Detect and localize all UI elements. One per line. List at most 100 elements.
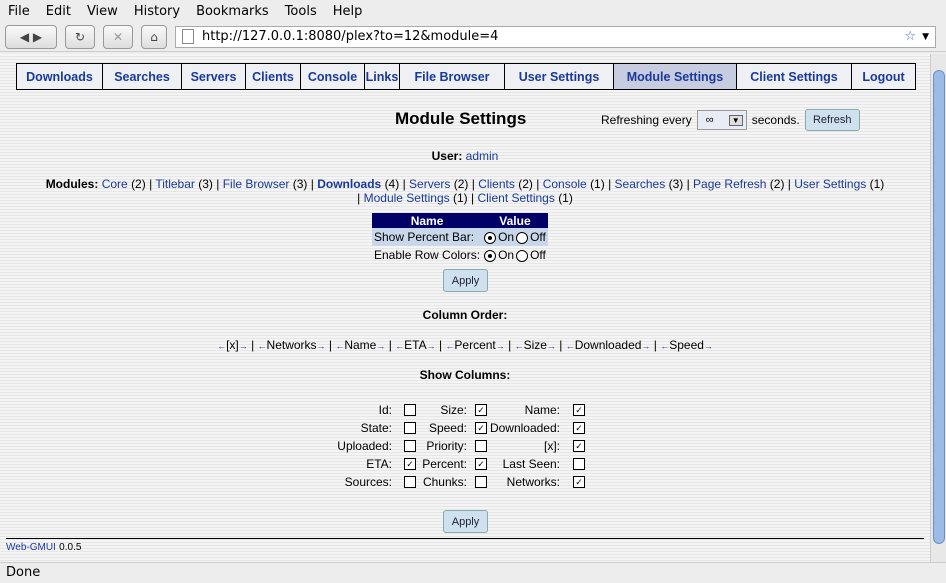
tab-console[interactable]: Console (301, 64, 365, 89)
refresh-control: Refreshing every ∞ ▼ seconds. Refresh (601, 109, 860, 131)
apply-columns-button[interactable]: Apply (443, 510, 488, 533)
bookmark-star-icon[interactable]: ☆ (904, 29, 916, 44)
module-link[interactable]: Core (102, 177, 128, 191)
refresh-button[interactable]: Refresh (804, 109, 860, 131)
column-checkbox[interactable]: ✓ (475, 458, 487, 470)
menu-bookmarks[interactable]: Bookmarks (196, 4, 269, 19)
column-checkbox[interactable] (404, 404, 416, 416)
scroll-thumb[interactable] (933, 70, 945, 544)
move-right-icon[interactable]: → (427, 341, 436, 351)
settings-table: Name Value Show Percent Bar: On Off Enable R… (372, 213, 548, 262)
module-link[interactable]: Titlebar (155, 177, 195, 191)
radio-on[interactable] (484, 231, 497, 244)
menu-help[interactable]: Help (333, 4, 363, 19)
menu-edit[interactable]: Edit (46, 4, 71, 19)
tab-logout[interactable]: Logout (852, 64, 915, 89)
module-link[interactable]: Console (543, 177, 587, 191)
module-link[interactable]: Page Refresh (693, 177, 766, 191)
radio-off[interactable] (516, 249, 529, 262)
radio-on[interactable] (484, 249, 497, 262)
column-order-label: Column Order: (422, 308, 508, 322)
move-left-icon[interactable]: ← (566, 341, 575, 351)
settings-row: Show Percent Bar: On Off (372, 228, 548, 246)
move-right-icon[interactable]: → (239, 341, 248, 351)
tab-file-browser[interactable]: File Browser (400, 64, 505, 89)
column-checkbox[interactable]: ✓ (573, 404, 585, 416)
menu-file[interactable]: File (8, 4, 30, 19)
menu-history[interactable]: History (134, 4, 180, 19)
column-checkbox[interactable]: ✓ (475, 422, 487, 434)
dropdown-icon[interactable]: ▼ (922, 32, 929, 42)
back-forward-button[interactable]: ◀ ▶ (5, 24, 57, 49)
column-checkbox[interactable] (573, 458, 585, 470)
columns-row: ETA: ✓ Percent: ✓ Last Seen: (340, 455, 600, 473)
column-checkbox[interactable]: ✓ (573, 422, 585, 434)
tab-downloads[interactable]: Downloads (17, 64, 103, 89)
user-link[interactable]: admin (466, 149, 499, 163)
column-name: Speed (669, 338, 704, 352)
module-link[interactable]: Module Settings (364, 191, 450, 205)
column-checkbox[interactable] (404, 422, 416, 434)
column-checkbox[interactable]: ✓ (573, 476, 585, 488)
footer: Web-GMUI 0.0.5 (6, 538, 924, 553)
tab-module-settings[interactable]: Module Settings (614, 64, 737, 89)
columns-row: Sources: Chunks: Networks: ✓ (340, 473, 600, 491)
refresh-interval-select[interactable]: ∞ ▼ (696, 110, 747, 130)
tab-links[interactable]: Links (365, 64, 400, 89)
tab-searches[interactable]: Searches (103, 64, 182, 89)
move-right-icon[interactable]: → (547, 341, 556, 351)
apply-button[interactable]: Apply (443, 269, 488, 292)
move-right-icon[interactable]: → (641, 341, 650, 351)
column-checkbox[interactable] (475, 476, 487, 488)
menu-view[interactable]: View (87, 4, 118, 19)
move-right-icon[interactable]: → (317, 341, 326, 351)
move-left-icon[interactable]: ← (217, 341, 226, 351)
column-checkbox[interactable]: ✓ (475, 404, 487, 416)
modules-list: Modules: Core (2) | Titlebar (3) | File … (45, 177, 885, 205)
tab-clients[interactable]: Clients (246, 64, 301, 89)
column-checkbox[interactable]: ✓ (404, 458, 416, 470)
column-name: ETA (404, 338, 427, 352)
show-columns-label: Show Columns: (419, 368, 511, 382)
footer-link[interactable]: Web-GMUI (6, 542, 56, 553)
column-checkbox[interactable] (404, 476, 416, 488)
vertical-scrollbar[interactable] (930, 54, 946, 562)
tab-client-settings[interactable]: Client Settings (737, 64, 852, 89)
column-order-list: ←[x]→ | ←Networks→ | ←Name→ | ←ETA→ | ←P… (217, 338, 713, 352)
columns-row: Id: Size: ✓ Name: ✓ (340, 401, 600, 419)
page-title: Module Settings (395, 109, 527, 128)
column-name: Size (523, 338, 547, 352)
move-left-icon[interactable]: ← (395, 341, 404, 351)
menu-tools[interactable]: Tools (285, 4, 317, 19)
column-name: Downloaded (574, 338, 642, 352)
module-link[interactable]: User Settings (794, 177, 866, 191)
move-right-icon[interactable]: → (376, 341, 385, 351)
columns-row: State: Speed: ✓ Downloaded: ✓ (340, 419, 600, 437)
radio-off[interactable] (516, 231, 529, 244)
module-link[interactable]: Clients (478, 177, 515, 191)
tab-servers[interactable]: Servers (182, 64, 246, 89)
move-left-icon[interactable]: ← (515, 341, 524, 351)
module-link[interactable]: Client Settings (477, 191, 554, 205)
menu-bar: File Edit View History Bookmarks Tools Help (0, 0, 946, 22)
home-button[interactable]: ⌂ (141, 24, 167, 49)
stop-button[interactable]: ✕ (103, 24, 133, 49)
column-checkbox[interactable] (404, 440, 416, 452)
move-left-icon[interactable]: ← (335, 341, 344, 351)
move-left-icon[interactable]: ← (660, 341, 669, 351)
move-right-icon[interactable]: → (496, 341, 505, 351)
url-bar[interactable]: http://127.0.0.1:8080/plex?to=12&module=… (175, 25, 936, 48)
reload-button[interactable]: ↻ (65, 24, 95, 49)
module-link[interactable]: File Browser (223, 177, 290, 191)
column-checkbox[interactable] (475, 440, 487, 452)
column-checkbox[interactable]: ✓ (573, 440, 585, 452)
module-link[interactable]: Downloads (317, 177, 381, 191)
settings-row: Enable Row Colors: On Off (374, 248, 546, 262)
move-right-icon[interactable]: → (704, 341, 713, 351)
tab-user-settings[interactable]: User Settings (505, 64, 614, 89)
column-name: Name (344, 338, 377, 352)
move-left-icon[interactable]: ← (258, 341, 267, 351)
module-link[interactable]: Searches (615, 177, 666, 191)
module-link[interactable]: Servers (409, 177, 450, 191)
column-name: Networks (266, 338, 317, 352)
